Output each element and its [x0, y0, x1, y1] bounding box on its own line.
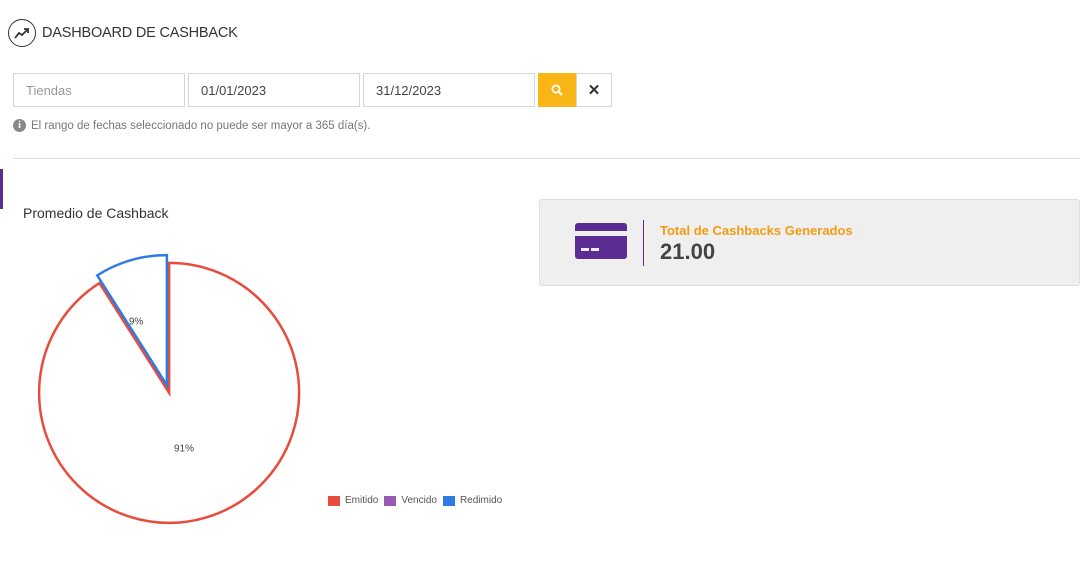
chart-legend: Emitido Vencido Redimido: [328, 495, 508, 506]
page-header: DASHBOARD DE CASHBACK: [8, 18, 238, 48]
search-icon: [551, 84, 563, 96]
section-accent: [0, 169, 3, 209]
chart-title: Promedio de Cashback: [23, 205, 169, 221]
store-input[interactable]: [13, 73, 185, 107]
legend-item-emitido[interactable]: Emitido: [328, 495, 378, 506]
legend-label: Redimido: [459, 495, 503, 506]
legend-swatch: [442, 495, 455, 506]
filter-bar: ✕: [13, 73, 612, 107]
legend-label: Vencido: [401, 495, 437, 506]
hint-text: El rango de fechas seleccionado no puede…: [31, 119, 371, 132]
legend-swatch: [384, 495, 397, 506]
legend-item-redimido[interactable]: Redimido: [442, 495, 503, 506]
end-date-input[interactable]: [363, 73, 535, 107]
start-date-input[interactable]: [188, 73, 360, 107]
card-label: Total de Cashbacks Generados: [660, 223, 853, 238]
trending-up-icon: [8, 19, 36, 47]
close-icon: ✕: [587, 82, 601, 99]
divider: [13, 158, 1080, 159]
pie-data-label: 91%: [174, 444, 194, 455]
date-range-hint: i El rango de fechas seleccionado no pue…: [13, 119, 370, 132]
info-icon: i: [13, 119, 26, 132]
search-button[interactable]: [538, 73, 576, 107]
legend-item-vencido[interactable]: Vencido: [384, 495, 437, 506]
cashback-pie-chart: 91% 9%: [37, 253, 301, 525]
total-cashback-card: Total de Cashbacks Generados 21.00: [539, 199, 1080, 286]
page-title: DASHBOARD DE CASHBACK: [42, 25, 238, 41]
legend-label: Emitido: [345, 495, 379, 506]
clear-button[interactable]: ✕: [576, 73, 612, 107]
pie-slice-emitido[interactable]: [37, 261, 301, 525]
legend-swatch: [328, 495, 340, 506]
card-separator: [643, 220, 644, 266]
credit-card-icon: [575, 223, 627, 259]
card-value: 21.00: [660, 239, 716, 264]
pie-data-label: 9%: [129, 316, 144, 327]
